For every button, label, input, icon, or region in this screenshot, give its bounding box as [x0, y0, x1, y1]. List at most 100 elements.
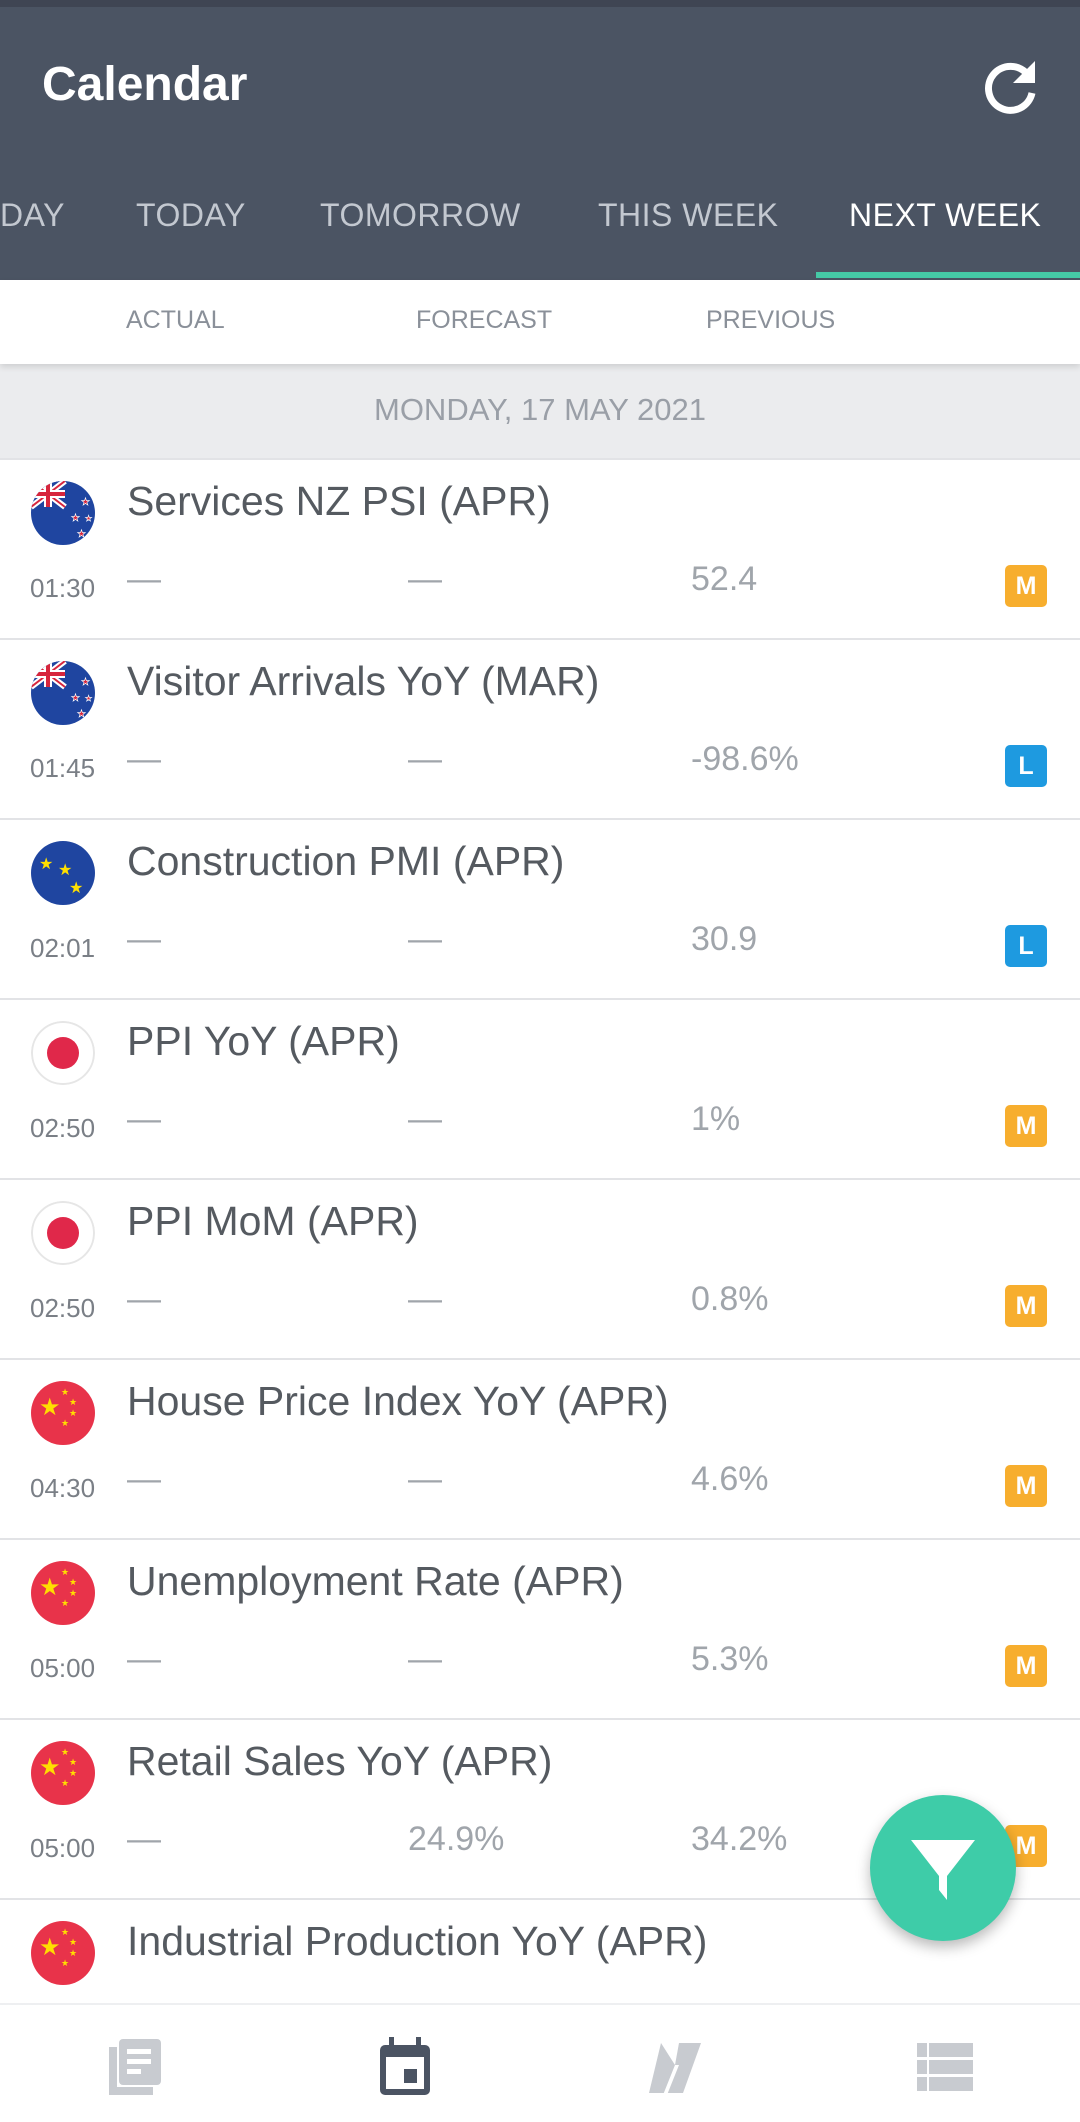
svg-text:★: ★ — [61, 1418, 69, 1428]
forecast-value: — — [408, 740, 442, 778]
event-title: PPI MoM (APR) — [127, 1198, 419, 1244]
actual-value: — — [127, 1460, 161, 1498]
svg-text:★: ★ — [61, 1598, 69, 1608]
event-row[interactable]: PPI MoM (APR) 02:50 — — 0.8% M — [0, 1180, 1080, 1360]
previous-value: 30.9 — [691, 920, 758, 958]
forecast-value: — — [408, 1460, 442, 1498]
hourglass-icon — [649, 2043, 701, 2095]
impact-badge: M — [1005, 1105, 1047, 1147]
svg-text:★: ★ — [61, 1927, 69, 1937]
event-row[interactable]: ★ ★ ★ ★ Services NZ PSI (APR) 01:30 — — 52.4 M — [0, 460, 1080, 640]
svg-text:★: ★ — [61, 1387, 69, 1397]
event-time: 01:30 — [30, 573, 96, 603]
impact-badge: M — [1005, 1645, 1047, 1687]
svg-text:★: ★ — [69, 1757, 77, 1767]
new-zealand-flag-icon: ★ ★ ★ ★ — [31, 481, 95, 545]
svg-text:★: ★ — [69, 1948, 77, 1958]
svg-text:★: ★ — [39, 1754, 61, 1781]
china-flag-icon: ★ ★ ★ ★ ★ — [31, 1741, 95, 1805]
nav-calendar[interactable] — [270, 2005, 540, 2122]
event-title: Unemployment Rate (APR) — [127, 1558, 624, 1604]
actual-value: — — [127, 740, 161, 778]
svg-text:★: ★ — [69, 1768, 77, 1778]
event-row[interactable]: ★ ★ ★ ★ ★ House Price Index YoY (APR) 04:30— —4… — [0, 1360, 1080, 1540]
forecast-value: — — [408, 1640, 442, 1678]
previous-value: 0.8% — [691, 1280, 769, 1318]
forecast-value: 24.9% — [408, 1820, 505, 1858]
event-time: 02:01 — [30, 933, 96, 963]
event-title: House Price Index YoY (APR) — [127, 1378, 669, 1424]
impact-badge: M — [1005, 1465, 1047, 1507]
impact-badge: L — [1005, 925, 1047, 967]
svg-text:★: ★ — [69, 1397, 77, 1407]
japan-flag-icon — [31, 1021, 95, 1085]
svg-text:★: ★ — [61, 1567, 69, 1577]
day-header: MONDAY, 17 MAY 2021 — [0, 364, 1080, 460]
event-row[interactable]: PPI YoY (APR) 02:50 — — 1% M — [0, 1000, 1080, 1180]
event-title: Retail Sales YoY (APR) — [127, 1738, 553, 1784]
calendar-icon — [380, 2037, 430, 2095]
svg-text:★: ★ — [77, 709, 86, 720]
tab-tomorrow[interactable]: TOMORROW — [320, 180, 521, 280]
svg-text:★: ★ — [81, 677, 90, 688]
actual-value: — — [127, 1100, 161, 1138]
filter-button[interactable] — [870, 1795, 1016, 1941]
event-time: 05:00 — [30, 1653, 96, 1683]
svg-text:★: ★ — [71, 513, 80, 524]
impact-badge: L — [1005, 745, 1047, 787]
event-title: Industrial Production YoY (APR) — [127, 1918, 708, 1964]
svg-text:★: ★ — [69, 1937, 77, 1947]
event-title: PPI YoY (APR) — [127, 1018, 400, 1064]
event-row[interactable]: ★ ★ ★ ★ Visitor Arrivals YoY (MAR) 01:45— — -98… — [0, 640, 1080, 820]
news-icon — [109, 2039, 161, 2095]
forecast-value: — — [408, 920, 442, 958]
previous-value: 5.3% — [691, 1640, 769, 1678]
svg-text:★: ★ — [69, 880, 83, 897]
active-tab-indicator — [816, 272, 1080, 278]
nav-list[interactable] — [810, 2005, 1080, 2122]
refresh-button[interactable] — [980, 57, 1042, 119]
svg-text:★: ★ — [39, 1934, 61, 1961]
svg-text:★: ★ — [61, 1747, 69, 1757]
previous-value: 52.4 — [691, 560, 758, 598]
impact-badge: M — [1005, 565, 1047, 607]
previous-value: 34.2% — [691, 1820, 788, 1858]
forecast-value: — — [408, 560, 442, 598]
forecast-value: — — [408, 1280, 442, 1318]
status-bar — [0, 0, 1080, 7]
column-previous: PREVIOUS — [706, 306, 836, 334]
event-row[interactable]: ★ ★ ★ Construction PMI (APR) 02:01— —30.9 L — [0, 820, 1080, 1000]
event-row[interactable]: ★ ★ ★ ★ ★ Unemployment Rate (APR) 05:00— —5.3% M — [0, 1540, 1080, 1720]
new-zealand-flag-icon: ★ ★ ★ ★ — [31, 661, 95, 725]
tab-this-week[interactable]: THIS WEEK — [598, 180, 779, 280]
event-time: 01:45 — [30, 753, 96, 783]
actual-value: — — [127, 560, 161, 598]
period-tabs: DAY TODAY TOMORROW THIS WEEK NEXT WEEK — [0, 180, 1080, 280]
svg-text:★: ★ — [71, 693, 80, 704]
previous-value: -98.6% — [691, 740, 799, 778]
event-time: 05:00 — [30, 1833, 96, 1863]
actual-value: — — [127, 1820, 161, 1858]
tab-day[interactable]: DAY — [0, 180, 65, 280]
event-title: Construction PMI (APR) — [127, 838, 565, 884]
svg-text:★: ★ — [58, 862, 72, 879]
svg-text:★: ★ — [85, 694, 92, 703]
china-flag-icon: ★ ★ ★ ★ ★ — [31, 1561, 95, 1625]
forecast-value: — — [408, 1100, 442, 1138]
europe-flag-icon: ★ ★ ★ — [31, 841, 95, 905]
bottom-navigation — [0, 2003, 1080, 2122]
event-title: Services NZ PSI (APR) — [127, 478, 551, 524]
nav-hourglass[interactable] — [540, 2005, 810, 2122]
nav-news[interactable] — [0, 2005, 270, 2122]
svg-text:★: ★ — [39, 1574, 61, 1601]
event-title: Visitor Arrivals YoY (MAR) — [127, 658, 600, 704]
tab-next-week[interactable]: NEXT WEEK — [849, 180, 1041, 280]
actual-value: — — [127, 1280, 161, 1318]
previous-value: 4.6% — [691, 1460, 769, 1498]
refresh-icon — [985, 61, 1036, 114]
svg-text:★: ★ — [81, 497, 90, 508]
japan-flag-icon — [31, 1201, 95, 1265]
tab-today[interactable]: TODAY — [136, 180, 246, 280]
svg-text:★: ★ — [69, 1577, 77, 1587]
event-time: 02:50 — [30, 1293, 96, 1323]
